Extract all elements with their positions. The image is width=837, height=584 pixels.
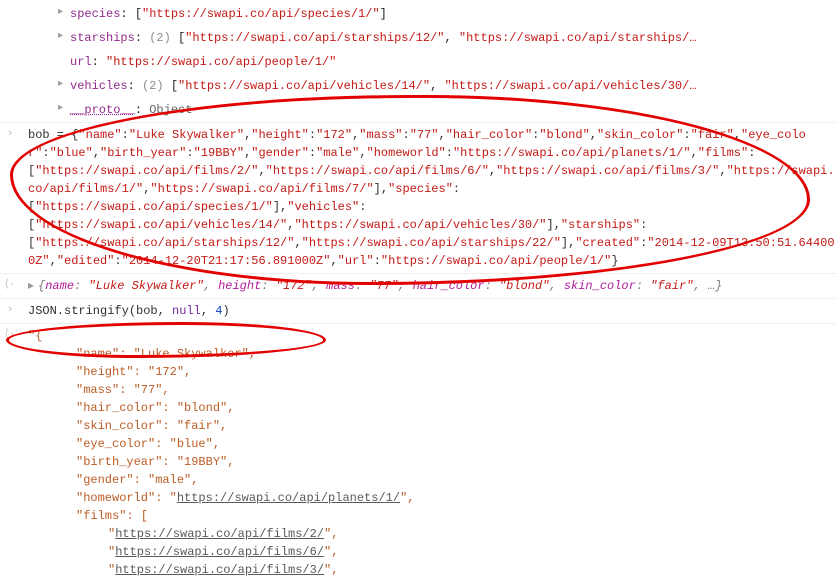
out-line: "films": [ xyxy=(28,507,837,525)
out-line: "name": "Luke Skywalker", xyxy=(28,345,837,363)
prop-proto[interactable]: __proto__: Object xyxy=(0,98,837,123)
out-line: "height": "172", xyxy=(28,363,837,381)
console-input-bob-assignment[interactable]: › bob = {"name":"Luke Skywalker","height… xyxy=(0,123,837,274)
prop-key: vehicles xyxy=(70,79,128,93)
console-output-bob-preview[interactable]: ⟨· ▸{name: "Luke Skywalker", height: "17… xyxy=(0,274,837,299)
out-line: "mass": "77", xyxy=(28,381,837,399)
prop-val: Object xyxy=(149,103,192,117)
prop-url[interactable]: url: "https://swapi.co/api/people/1/" xyxy=(0,50,837,74)
prop-vehicles[interactable]: vehicles: (2) ["https://swapi.co/api/veh… xyxy=(0,74,837,98)
prop-starships[interactable]: starships: (2) ["https://swapi.co/api/st… xyxy=(0,26,837,50)
out-line: "gender": "male", xyxy=(28,471,837,489)
console-input-stringify[interactable]: › JSON.stringify(bob, null, 4) xyxy=(0,299,837,324)
out-line: "hair_color": "blond", xyxy=(28,399,837,417)
out-line: "skin_color": "fair", xyxy=(28,417,837,435)
prompt-icon: › xyxy=(0,302,20,319)
prop-key: url xyxy=(70,55,92,69)
prop-key: __proto__ xyxy=(70,103,135,117)
out-open: "{ xyxy=(28,329,42,343)
prop-key: starships xyxy=(70,31,135,45)
out-line: "https://swapi.co/api/films/3/", xyxy=(28,561,837,579)
devtools-console[interactable]: species: ["https://swapi.co/api/species/… xyxy=(0,0,837,584)
prop-key: species xyxy=(70,7,120,21)
console-output-stringify[interactable]: ⟨· "{ "name": "Luke Skywalker", "height"… xyxy=(0,324,837,582)
out-line: "https://swapi.co/api/films/6/", xyxy=(28,543,837,561)
prop-val: "https://swapi.co/api/species/1/" xyxy=(142,7,380,21)
prompt-icon: › xyxy=(0,126,20,143)
var-name: bob xyxy=(28,128,50,142)
return-icon: ⟨· xyxy=(0,277,20,294)
token: JSON.stringify( xyxy=(28,304,136,318)
prop-val: "https://swapi.co/api/people/1/" xyxy=(106,55,336,69)
out-line: "https://swapi.co/api/films/2/", xyxy=(28,525,837,543)
return-icon: ⟨· xyxy=(0,327,20,344)
out-line: "homeworld": "https://swapi.co/api/plane… xyxy=(28,489,837,507)
out-line: "eye_color": "blue", xyxy=(28,435,837,453)
prop-species[interactable]: species: ["https://swapi.co/api/species/… xyxy=(0,2,837,26)
out-line: "birth_year": "19BBY", xyxy=(28,453,837,471)
